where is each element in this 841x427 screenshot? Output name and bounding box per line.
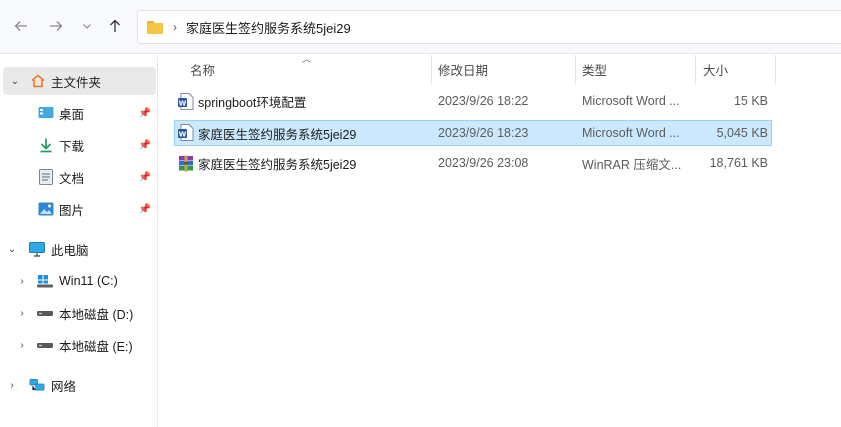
column-divider[interactable] xyxy=(775,55,776,84)
chevron-right-icon[interactable]: › xyxy=(16,308,28,319)
pin-icon: 📌 xyxy=(138,203,151,215)
sidebar-item-label: 本地磁盘 (D:) xyxy=(59,307,134,322)
folder-icon xyxy=(147,20,163,34)
column-header-size[interactable]: 大小 xyxy=(703,55,773,84)
sidebar-item-desktop[interactable]: 桌面 📌 xyxy=(0,99,157,127)
sidebar-item-documents[interactable]: 文档 📌 xyxy=(0,163,157,191)
file-size: 15 KB xyxy=(733,94,768,108)
file-type: Microsoft Word ... xyxy=(582,126,680,140)
chevron-down-icon xyxy=(83,24,91,29)
download-icon xyxy=(38,137,54,153)
file-name: 家庭医生签约服务系统5jei29 xyxy=(198,157,357,172)
word-doc-icon: W xyxy=(178,93,194,110)
pin-icon: 📌 xyxy=(138,139,151,151)
file-name: springboot环境配置 xyxy=(198,95,307,110)
file-modified: 2023/9/26 18:23 xyxy=(438,126,529,140)
home-icon xyxy=(30,73,46,89)
pin-icon: 📌 xyxy=(138,107,151,119)
sidebar-item-label: 本地磁盘 (E:) xyxy=(59,339,133,354)
document-icon xyxy=(38,169,54,185)
svg-text:W: W xyxy=(179,130,187,138)
file-row[interactable]: W springboot环境配置 2023/9/26 18:22 Microso… xyxy=(174,89,772,115)
sidebar-item-drive-e[interactable]: › 本地磁盘 (E:) xyxy=(0,331,157,359)
sidebar-item-label: 此电脑 xyxy=(51,243,89,258)
file-name: 家庭医生签约服务系统5jei29 xyxy=(198,127,357,142)
file-modified: 2023/9/26 23:08 xyxy=(438,156,529,170)
desktop-icon xyxy=(38,105,54,121)
file-size: 18,761 KB xyxy=(709,156,768,170)
column-header-label: 类型 xyxy=(582,64,608,78)
column-header-type[interactable]: 类型 xyxy=(582,55,692,84)
file-size: 5,045 KB xyxy=(716,126,768,140)
sidebar-item-label: 图片 xyxy=(59,203,85,218)
back-button[interactable] xyxy=(10,15,32,37)
column-divider[interactable] xyxy=(575,55,576,84)
sidebar-item-label: 文档 xyxy=(59,171,85,186)
navigation-pane: ⌄ 主文件夹 桌面 📌 下载 📌 文档 📌 图片 📌 ⌄ 此电脑 › Win11… xyxy=(0,55,158,427)
sidebar-item-drive-d[interactable]: › 本地磁盘 (D:) xyxy=(0,299,157,327)
pictures-icon xyxy=(38,201,54,217)
arrow-up-icon xyxy=(110,19,120,32)
sidebar-item-label: 网络 xyxy=(51,379,77,394)
monitor-icon xyxy=(29,241,45,257)
sidebar-item-downloads[interactable]: 下载 📌 xyxy=(0,131,157,159)
column-header-label: 大小 xyxy=(703,64,729,78)
column-header-name[interactable]: 名称 xyxy=(190,55,430,84)
column-divider[interactable] xyxy=(695,55,696,84)
chevron-down-icon[interactable]: ⌄ xyxy=(9,76,21,87)
forward-button[interactable] xyxy=(45,15,67,37)
up-button[interactable] xyxy=(104,15,126,37)
drive-icon xyxy=(37,337,53,353)
chevron-right-icon[interactable]: › xyxy=(16,276,28,287)
pin-icon: 📌 xyxy=(138,171,151,183)
chevron-right-icon[interactable]: › xyxy=(6,380,18,391)
drive-icon xyxy=(37,305,53,321)
column-header-label: 修改日期 xyxy=(438,64,489,78)
file-type: WinRAR 压缩文... xyxy=(582,157,682,172)
windows-drive-icon xyxy=(37,273,53,289)
chevron-down-icon[interactable]: ⌄ xyxy=(6,244,18,255)
winrar-archive-icon xyxy=(179,155,193,172)
sidebar-item-label: 桌面 xyxy=(59,107,85,122)
address-bar[interactable]: › 家庭医生签约服务系统5jei29 xyxy=(137,10,841,44)
file-type: Microsoft Word ... xyxy=(582,94,680,108)
sidebar-item-drive-c[interactable]: › Win11 (C:) xyxy=(0,267,157,295)
breadcrumb-current-folder[interactable]: 家庭医生签约服务系统5jei29 xyxy=(186,18,351,37)
file-modified: 2023/9/26 18:22 xyxy=(438,94,529,108)
column-divider[interactable] xyxy=(431,55,432,84)
sidebar-item-label: 下载 xyxy=(59,139,85,154)
svg-text:W: W xyxy=(179,99,187,107)
sidebar-item-label: Win11 (C:) xyxy=(59,274,118,288)
file-row-selected[interactable]: W 家庭医生签约服务系统5jei29 2023/9/26 18:23 Micro… xyxy=(174,120,772,146)
sidebar-item-pictures[interactable]: 图片 📌 xyxy=(0,195,157,223)
recent-locations-button[interactable] xyxy=(76,15,98,37)
breadcrumb-separator[interactable]: › xyxy=(173,20,177,34)
sidebar-item-label: 主文件夹 xyxy=(51,75,102,90)
sidebar-item-home[interactable]: ⌄ 主文件夹 xyxy=(3,67,156,95)
network-icon xyxy=(29,377,45,393)
column-header-label: 名称 xyxy=(190,64,216,78)
file-row[interactable]: 家庭医生签约服务系统5jei29 2023/9/26 23:08 WinRAR … xyxy=(174,151,772,177)
column-header-modified[interactable]: 修改日期 xyxy=(438,55,573,84)
word-doc-icon: W xyxy=(178,124,194,141)
arrow-right-icon xyxy=(50,21,63,31)
navigation-bar: › 家庭医生签约服务系统5jei29 xyxy=(0,0,841,54)
sidebar-item-network[interactable]: › 网络 xyxy=(0,371,157,399)
chevron-right-icon[interactable]: › xyxy=(16,340,28,351)
sidebar-item-this-pc[interactable]: ⌄ 此电脑 xyxy=(0,235,157,263)
arrow-left-icon xyxy=(14,21,27,31)
